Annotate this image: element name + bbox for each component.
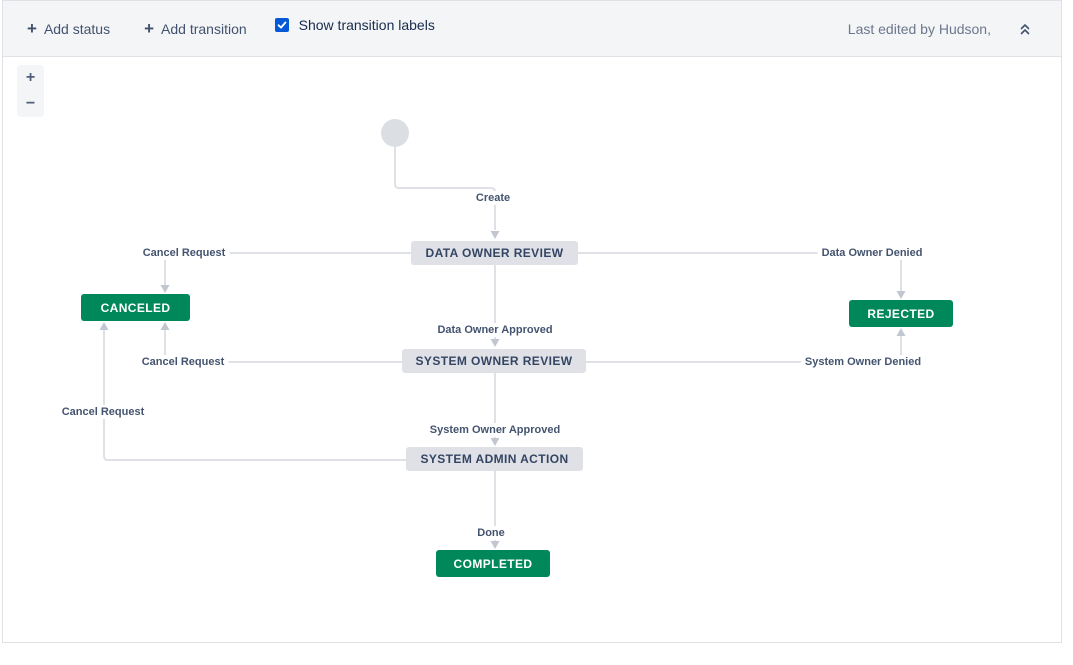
show-transition-labels-group: Show transition labels <box>275 17 435 33</box>
zoom-out-button[interactable]: − <box>17 96 44 112</box>
toolbar-right: Last edited by Hudson, <box>848 21 1033 37</box>
show-transition-labels-checkbox[interactable] <box>275 18 289 32</box>
arrowhead-down-icon <box>491 541 500 549</box>
arrowhead-down-icon <box>897 291 906 299</box>
start-node[interactable] <box>381 119 409 147</box>
arrowhead-down-icon <box>491 231 500 239</box>
arrowhead-down-icon <box>161 285 170 293</box>
workflow-toolbar: + Add status + Add transition Show trans… <box>3 1 1061 57</box>
status-completed[interactable]: COMPLETED <box>436 550 550 577</box>
add-status-label: Add status <box>44 21 110 37</box>
add-transition-button[interactable]: + Add transition <box>144 20 247 37</box>
transition-label-system-owner-approved[interactable]: System Owner Approved <box>426 423 564 437</box>
transition-label-data-owner-denied[interactable]: Data Owner Denied <box>818 246 927 260</box>
plus-icon: + <box>27 20 37 37</box>
workflow-canvas[interactable]: + − <box>3 57 1061 642</box>
arrowhead-up-icon <box>161 322 170 330</box>
status-system-admin-action[interactable]: SYSTEM ADMIN ACTION <box>406 447 583 471</box>
arrowhead-down-icon <box>491 438 500 446</box>
zoom-controls: + − <box>17 65 44 117</box>
status-rejected[interactable]: REJECTED <box>849 300 953 327</box>
arrowhead-up-icon <box>897 328 906 336</box>
status-data-owner-review[interactable]: DATA OWNER REVIEW <box>411 241 578 265</box>
transition-label-create[interactable]: Create <box>472 191 514 205</box>
add-transition-label: Add transition <box>161 21 247 37</box>
transition-label-cancel-request-3[interactable]: Cancel Request <box>58 405 149 419</box>
plus-icon: + <box>144 20 154 37</box>
last-edited-text: Last edited by Hudson, <box>848 21 991 37</box>
transition-line-cancel-request-3[interactable] <box>104 330 406 460</box>
status-canceled[interactable]: CANCELED <box>81 294 190 321</box>
status-system-owner-review[interactable]: SYSTEM OWNER REVIEW <box>402 349 586 373</box>
checkmark-icon <box>277 20 287 30</box>
show-transition-labels-label: Show transition labels <box>299 17 435 33</box>
collapse-chevron-up-icon[interactable] <box>1017 21 1033 37</box>
arrowhead-up-icon <box>100 322 109 330</box>
transition-line-create[interactable] <box>395 147 495 230</box>
zoom-in-button[interactable]: + <box>17 70 44 86</box>
transition-label-system-owner-denied[interactable]: System Owner Denied <box>801 355 925 369</box>
arrowhead-down-icon <box>491 339 500 347</box>
transition-label-cancel-request-1[interactable]: Cancel Request <box>139 246 230 260</box>
workflow-editor-panel: + Add status + Add transition Show trans… <box>2 0 1062 643</box>
add-status-button[interactable]: + Add status <box>27 20 110 37</box>
transition-label-cancel-request-2[interactable]: Cancel Request <box>138 355 229 369</box>
transition-label-data-owner-approved[interactable]: Data Owner Approved <box>433 323 556 337</box>
transition-label-done[interactable]: Done <box>473 526 509 540</box>
